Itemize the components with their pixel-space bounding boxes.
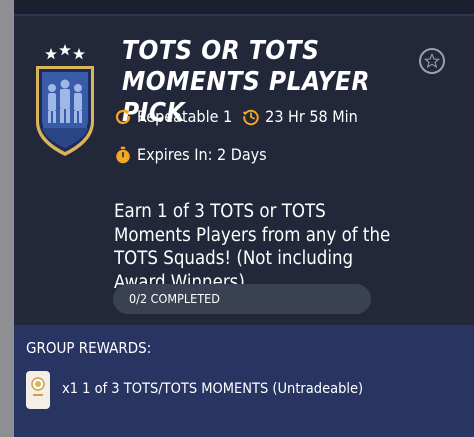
card-emblem-icon xyxy=(31,377,45,396)
repeatable-row: Repeatable 1 23 Hr 58 Min xyxy=(114,107,358,126)
expires-row: Expires In: 2 Days xyxy=(114,145,267,164)
group-rewards-section: GROUP REWARDS: x1 1 of 3 TOTS/TOTS MOMEN… xyxy=(14,325,474,437)
refresh-icon xyxy=(115,109,131,124)
progress-bar: 0/2 COMPLETED xyxy=(113,284,371,314)
objective-description: Earn 1 of 3 TOTS or TOTS Moments Players… xyxy=(114,201,391,293)
tots-shield-badge-icon xyxy=(36,44,94,156)
expires-text: Expires In: 2 Days xyxy=(137,145,267,164)
player-pick-card-icon[interactable] xyxy=(26,371,50,409)
group-rewards-heading: GROUP REWARDS: xyxy=(26,339,152,357)
objective-card[interactable]: TOTS OR TOTS MOMENTS PLAYER PICK Repeata… xyxy=(14,16,474,325)
clock-history-icon xyxy=(242,109,259,125)
progress-text: 0/2 COMPLETED xyxy=(129,291,220,306)
stopwatch-icon xyxy=(116,146,130,163)
title-line-1: TOTS OR TOTS xyxy=(122,36,320,66)
star-icon xyxy=(424,53,440,69)
reward-item-text: x1 1 of 3 TOTS/TOTS MOMENTS (Untradeable… xyxy=(62,381,364,397)
timer-text: 23 Hr 58 Min xyxy=(265,107,358,126)
top-strip xyxy=(14,0,474,16)
repeatable-text: Repeatable 1 xyxy=(137,107,233,126)
favorite-button[interactable] xyxy=(419,48,445,74)
